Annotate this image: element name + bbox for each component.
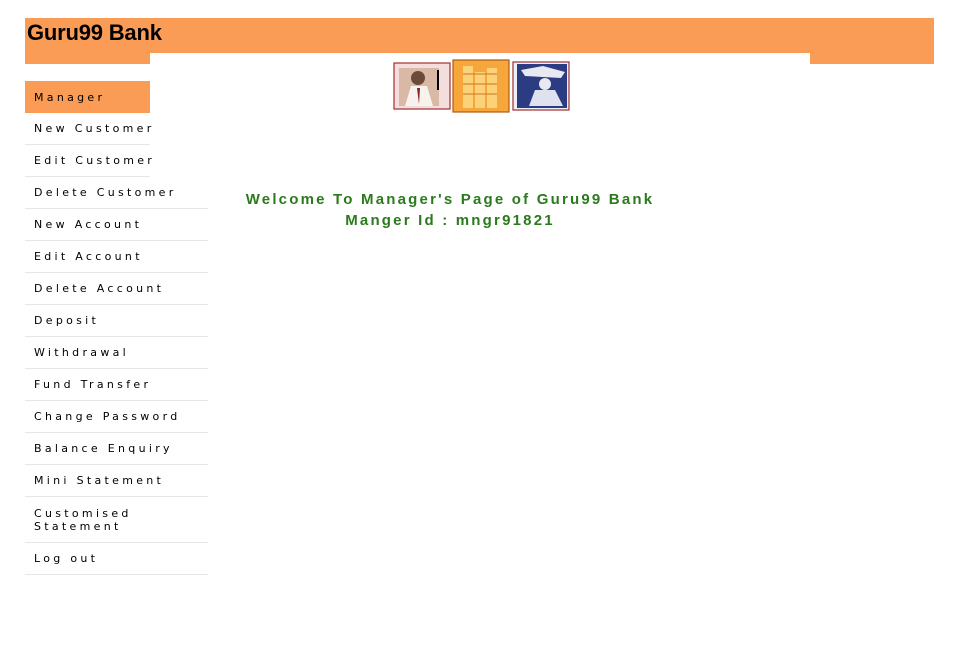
sidebar-item-label: Edit Customer bbox=[34, 154, 156, 167]
sidebar-item-change-password[interactable]: Change Password bbox=[25, 401, 208, 433]
sidebar-item-withdrawal[interactable]: Withdrawal bbox=[25, 337, 208, 369]
sidebar-item-label: Delete Account bbox=[34, 282, 165, 295]
sidebar-item-label: Manager bbox=[34, 90, 106, 104]
sidebar-item-mini-statement[interactable]: Mini Statement bbox=[25, 465, 208, 497]
sidebar-item-label: Withdrawal bbox=[34, 346, 130, 359]
banner-images bbox=[393, 59, 570, 113]
sidebar-item-customised-statement[interactable]: Customised Statement bbox=[25, 497, 208, 543]
sidebar-item-delete-customer[interactable]: Delete Customer bbox=[25, 177, 208, 209]
sidebar-item-label: Mini Statement bbox=[34, 474, 165, 487]
sidebar-item-label: Deposit bbox=[34, 314, 100, 327]
sidebar-item-label: Log out bbox=[34, 552, 99, 565]
sidebar-item-delete-account[interactable]: Delete Account bbox=[25, 273, 208, 305]
sidebar-item-label: New Account bbox=[34, 218, 143, 231]
sidebar-menu: Manager New Customer Edit Customer Delet… bbox=[25, 81, 208, 575]
sidebar-item-deposit[interactable]: Deposit bbox=[25, 305, 208, 337]
sidebar-item-label: Fund Transfer bbox=[34, 378, 152, 391]
welcome-message: Welcome To Manager's Page of Guru99 Bank… bbox=[200, 189, 700, 231]
sidebar-item-label: Balance Enquiry bbox=[34, 442, 173, 455]
sidebar-item-label: Delete Customer bbox=[34, 186, 177, 199]
sidebar-item-edit-customer[interactable]: Edit Customer bbox=[25, 145, 152, 177]
sidebar-item-label: New Customer bbox=[34, 122, 155, 135]
sidebar-item-new-customer[interactable]: New Customer bbox=[25, 113, 151, 145]
site-title: Guru99 Bank bbox=[27, 20, 162, 45]
businessman-phone-image bbox=[393, 62, 451, 110]
sidebar-item-fund-transfer[interactable]: Fund Transfer bbox=[25, 369, 208, 401]
sidebar-item-log-out[interactable]: Log out bbox=[25, 543, 208, 575]
sidebar-item-balance-enquiry[interactable]: Balance Enquiry bbox=[25, 433, 208, 465]
welcome-heading: Welcome To Manager's Page of Guru99 Bank bbox=[245, 191, 655, 208]
manager-id-text: Manger Id : mngr91821 bbox=[345, 212, 555, 229]
sidebar-item-manager[interactable]: Manager bbox=[25, 81, 150, 113]
sidebar-item-new-account[interactable]: New Account bbox=[25, 209, 208, 241]
coins-image bbox=[452, 59, 510, 113]
sidebar-item-edit-account[interactable]: Edit Account bbox=[25, 241, 208, 273]
sidebar-item-label: Customised Statement bbox=[34, 506, 132, 533]
sidebar-item-label: Edit Account bbox=[34, 250, 143, 263]
woman-laptop-image bbox=[512, 61, 570, 111]
sidebar-item-label: Change Password bbox=[34, 410, 181, 423]
